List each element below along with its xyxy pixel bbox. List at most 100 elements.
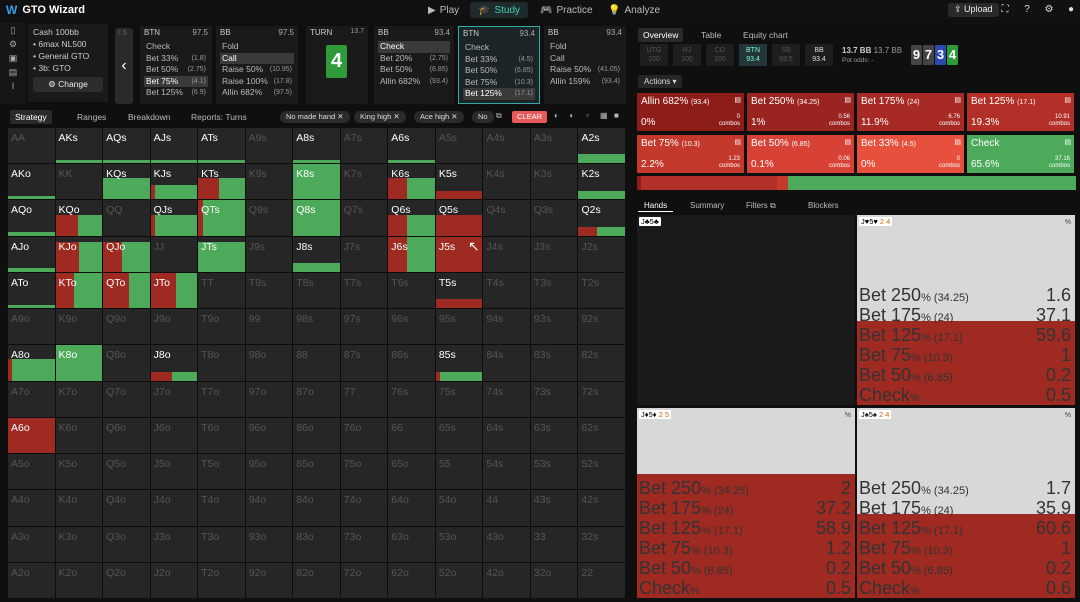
hand-cell[interactable]: K2s (578, 164, 625, 200)
hand-cell[interactable]: T2s (578, 272, 625, 309)
hand-cell[interactable]: 53o (435, 526, 483, 562)
hand-cell[interactable]: 33 (530, 526, 578, 562)
bookmark-icon[interactable]: ▯ (0, 25, 26, 36)
hand-cell[interactable]: A6s (388, 128, 435, 164)
hand-cell[interactable]: 86o (293, 417, 340, 454)
tab-overview[interactable]: Overview (638, 28, 684, 42)
hand-cell[interactable]: 43s (530, 490, 578, 526)
nav-practice[interactable]: 🎮 Practice (532, 2, 601, 18)
action-option[interactable]: Check (378, 41, 450, 53)
tab-filters[interactable]: Filters ⧉ (740, 200, 782, 212)
hand-cell[interactable]: Q2o (103, 562, 150, 598)
action-column-3[interactable]: BB 93.4 Check Bet 20% (2.75) Bet 50% (6.85) All… (374, 26, 454, 104)
hand-cell[interactable]: TT (198, 272, 245, 309)
hand-cell[interactable]: T4s (483, 272, 530, 309)
position-utg[interactable]: UTG 100 (640, 44, 668, 66)
action-column-4[interactable]: BTN 93.4 Check Bet 33% (4.5) Bet 50% (6.85) Bet… (458, 26, 540, 104)
hand-cell[interactable]: 52o (435, 562, 483, 598)
hand-cell[interactable]: 44 (483, 490, 530, 526)
hand-cell[interactable]: A8o (8, 345, 55, 381)
hand-cell[interactable]: ATo (8, 272, 55, 309)
nav-analyze[interactable]: 💡 Analyze (600, 2, 668, 18)
app-logo[interactable]: W GTO Wizard (6, 3, 85, 17)
hand-cell[interactable]: T4o (198, 490, 245, 526)
tab-reports[interactable]: Reports: Turns (186, 110, 252, 124)
hand-cell[interactable]: Q7s (340, 200, 388, 236)
hand-cell[interactable]: 62s (578, 417, 625, 454)
action-box[interactable]: Allin 682% (93.4) ▤ 0% 0 combos (637, 93, 744, 131)
hand-cell[interactable]: 76o (340, 417, 388, 454)
hand-cell[interactable]: 96s (388, 309, 435, 345)
back-button[interactable]: ‹ (115, 28, 133, 104)
hand-cell[interactable]: A5o (8, 454, 55, 490)
action-option[interactable]: Bet 125% (17.1) (463, 88, 535, 100)
hand-cell[interactable]: QQ (103, 200, 150, 236)
hand-cell[interactable]: AA (8, 128, 55, 164)
hand-cell[interactable]: Q2s (578, 200, 625, 236)
action-box[interactable]: Bet 250% (34.25) ▤ 1% 0.56 combos (747, 93, 854, 131)
hand-cell[interactable]: A9o (8, 309, 55, 345)
copy-icon[interactable]: ⧉ (496, 111, 502, 121)
hand-cell[interactable]: K7s (340, 164, 388, 200)
hand-cell[interactable]: T3o (198, 526, 245, 562)
tab-hands[interactable]: Hands (638, 200, 674, 212)
hand-cell[interactable]: 95o (245, 454, 293, 490)
hand-cell[interactable]: 66 (388, 417, 435, 454)
hand-cell[interactable]: T9s (245, 272, 293, 309)
hand-cell[interactable]: 65s (435, 417, 483, 454)
hand-cell[interactable]: K4o (55, 490, 103, 526)
hand-cell[interactable]: 54o (435, 490, 483, 526)
change-button[interactable]: ⚙ Change (33, 77, 103, 92)
hand-cell[interactable]: 83o (293, 526, 340, 562)
action-box[interactable]: Bet 125% (17.1) ▤ 19.3% 10.91 combos (967, 93, 1074, 131)
position-co[interactable]: CO 100 (706, 44, 734, 66)
hand-cell[interactable]: QTs (198, 200, 245, 236)
hand-cell[interactable]: K4s (483, 164, 530, 200)
hand-cell[interactable]: 77 (340, 381, 388, 417)
hand-cell[interactable]: T9o (198, 309, 245, 345)
hand-cell[interactable]: AQo (8, 200, 55, 236)
hand-panel[interactable]: J♦5♦ 2 5% Bet 250% (34.25) 2 Bet 175% (24) 3… (637, 408, 855, 598)
hand-cell[interactable]: J2s (578, 236, 625, 272)
close-icon[interactable]: ✕ (451, 112, 457, 121)
hand-cell[interactable]: 32o (530, 562, 578, 598)
hand-cell[interactable]: 92s (578, 309, 625, 345)
hand-cell[interactable]: 72s (578, 381, 625, 417)
hand-cell[interactable]: JTo (150, 272, 198, 309)
clear-button[interactable]: CLEAR (512, 111, 548, 123)
hand-cell[interactable]: A3s (530, 128, 578, 164)
hand-cell[interactable]: Q9s (245, 200, 293, 236)
action-column-1[interactable]: BTN 97.5 Check Bet 33% (1.8) Bet 50% (2.75) Bet… (140, 26, 212, 104)
hand-cell[interactable]: 85s (435, 345, 483, 381)
table-icon[interactable]: ▤ (844, 138, 851, 146)
tab-summary[interactable]: Summary (684, 200, 730, 212)
hand-cell[interactable]: 95s (435, 309, 483, 345)
hand-cell[interactable]: AJo (8, 236, 55, 272)
action-option[interactable]: Bet 50% (2.75) (144, 64, 208, 76)
hand-cell[interactable]: Q3s (530, 200, 578, 236)
hand-cell[interactable]: 55 (435, 454, 483, 490)
half-circle-icon[interactable]: ◐ (554, 111, 559, 120)
filter-chip-king-high[interactable]: King high ✕ (354, 111, 406, 123)
hand-cell[interactable]: 87o (293, 381, 340, 417)
hand-panel[interactable]: J♣5♣ (637, 215, 855, 405)
hand-cell[interactable]: AJs (150, 128, 198, 164)
hand-cell[interactable]: J7o (150, 381, 198, 417)
hand-cell[interactable]: 75o (340, 454, 388, 490)
hand-cell[interactable]: 42o (483, 562, 530, 598)
table-icon[interactable]: ▤ (1064, 96, 1071, 104)
action-box[interactable]: Bet 175% (24) ▤ 11.9% 6.76 combos (857, 93, 964, 131)
hand-cell[interactable]: J5o (150, 454, 198, 490)
hand-cell[interactable]: Q6s (388, 200, 435, 236)
position-sb[interactable]: SB 99.5 (772, 44, 800, 66)
hand-cell[interactable]: 32s (578, 526, 625, 562)
user-icon[interactable]: ● (1064, 3, 1078, 17)
action-option[interactable]: Check (144, 41, 208, 53)
position-btn[interactable]: BTN 93.4 (739, 44, 767, 66)
hand-cell[interactable]: K2o (55, 562, 103, 598)
hand-cell[interactable]: QJo (103, 236, 150, 272)
hand-cell[interactable]: K3s (530, 164, 578, 200)
hand-cell[interactable]: A2s (578, 128, 625, 164)
hand-cell[interactable]: T5s (435, 272, 483, 309)
hand-panel[interactable]: J♥5♥ 2 4% Bet 250% (34.25) 1.6 Bet 175% (24… (857, 215, 1075, 405)
